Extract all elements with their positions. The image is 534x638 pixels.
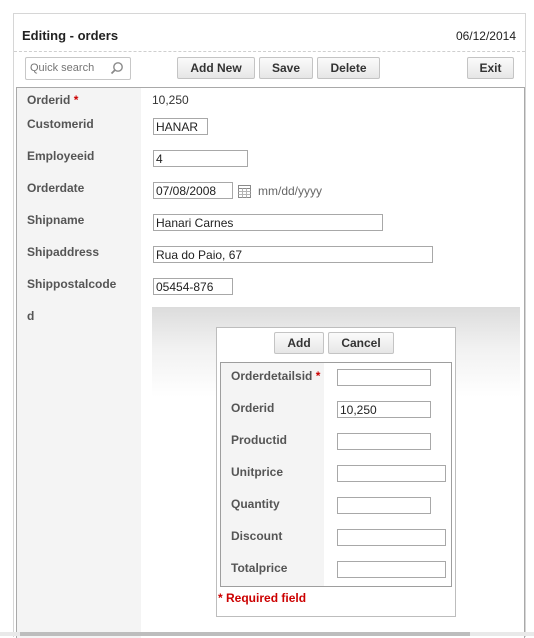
unitprice-field[interactable]	[337, 465, 446, 482]
panel-header: Editing - orders 06/12/2014	[14, 14, 525, 52]
orderdate-field[interactable]	[153, 182, 233, 199]
current-date: 06/12/2014	[455, 29, 516, 43]
totalprice-label: Totalprice	[231, 561, 288, 575]
exit-button[interactable]: Exit	[467, 57, 514, 79]
discount-field[interactable]	[337, 529, 446, 546]
unitprice-label: Unitprice	[231, 465, 284, 479]
totalprice-field[interactable]	[337, 561, 446, 578]
quantity-field[interactable]	[337, 497, 431, 514]
details-fields: Orderdetailsid * Orderid Productid Unitp…	[220, 362, 452, 587]
orderdetailsid-field[interactable]	[337, 369, 431, 386]
shipname-field[interactable]	[153, 214, 383, 231]
required-marker: *	[315, 369, 321, 383]
details-subform-area: Add Cancel Orderdetailsid * Orderid Prod…	[152, 307, 520, 638]
label-column	[17, 88, 141, 638]
customerid-label: Customerid	[27, 117, 94, 131]
record-form: Orderid * 10,250 Customerid Employeeid O…	[16, 87, 525, 638]
productid-field[interactable]	[337, 433, 431, 450]
employeeid-field[interactable]	[153, 150, 248, 167]
edit-panel: Editing - orders 06/12/2014 Add New Save…	[13, 13, 526, 638]
save-button[interactable]: Save	[259, 57, 313, 79]
shipname-label: Shipname	[27, 213, 85, 227]
page-title: Editing - orders	[22, 28, 119, 43]
employeeid-label: Employeeid	[27, 149, 95, 163]
orderdetailsid-label: Orderdetailsid *	[231, 369, 321, 383]
sub-add-button[interactable]: Add	[274, 332, 324, 354]
sub-orderid-field[interactable]	[337, 401, 431, 418]
orderdate-label: Orderdate	[27, 181, 85, 195]
required-marker: *	[73, 93, 79, 107]
shippostalcode-field[interactable]	[153, 278, 233, 295]
quick-search-box	[25, 57, 131, 80]
sub-cancel-button[interactable]: Cancel	[328, 332, 394, 354]
calendar-icon[interactable]	[238, 185, 251, 198]
quantity-label: Quantity	[231, 497, 280, 511]
scrollbar-thumb[interactable]	[20, 632, 470, 636]
sub-orderid-label: Orderid	[231, 401, 275, 415]
required-field-note: * Required field	[218, 591, 307, 605]
shipaddress-label: Shipaddress	[27, 245, 100, 259]
quick-search-input[interactable]	[26, 58, 108, 77]
details-label: d	[27, 309, 35, 323]
shipaddress-field[interactable]	[153, 246, 433, 263]
customerid-field[interactable]	[153, 118, 208, 135]
delete-button[interactable]: Delete	[317, 57, 380, 79]
shippostalcode-label: Shippostalcode	[27, 277, 117, 291]
add-new-button[interactable]: Add New	[177, 57, 255, 79]
details-subform: Add Cancel Orderdetailsid * Orderid Prod…	[216, 327, 456, 617]
productid-label: Productid	[231, 433, 287, 447]
search-icon[interactable]	[110, 61, 124, 75]
orderid-value: 10,250	[152, 93, 189, 107]
discount-label: Discount	[231, 529, 283, 543]
orderid-label: Orderid *	[27, 93, 79, 107]
date-format-hint: mm/dd/yyyy	[258, 184, 323, 198]
